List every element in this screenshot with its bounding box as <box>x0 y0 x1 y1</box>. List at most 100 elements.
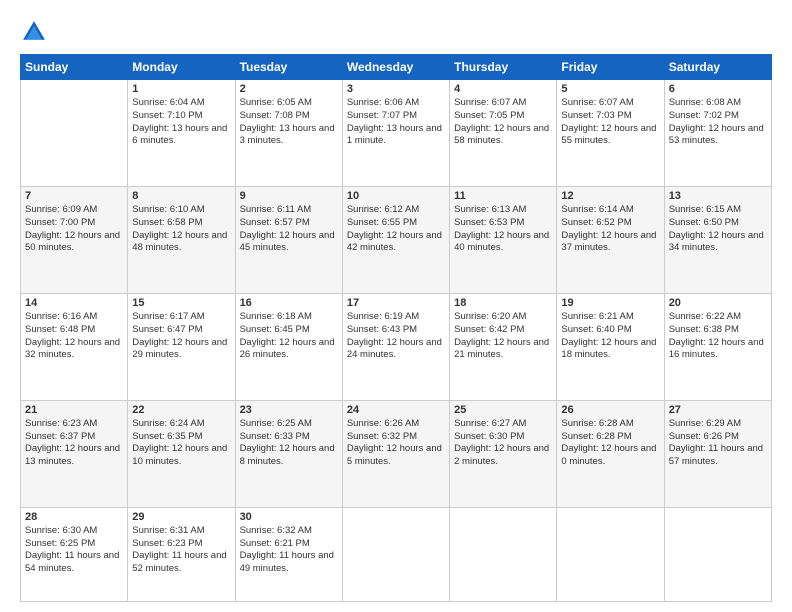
cell-info: Sunrise: 6:28 AMSunset: 6:28 PMDaylight:… <box>561 418 659 469</box>
cell-info: Sunrise: 6:04 AMSunset: 7:10 PMDaylight:… <box>132 97 230 148</box>
calendar-cell: 24 Sunrise: 6:26 AMSunset: 6:32 PMDaylig… <box>342 400 449 507</box>
cell-info: Sunrise: 6:32 AMSunset: 6:21 PMDaylight:… <box>240 525 338 576</box>
cell-info: Sunrise: 6:07 AMSunset: 7:05 PMDaylight:… <box>454 97 552 148</box>
calendar-cell: 20 Sunrise: 6:22 AMSunset: 6:38 PMDaylig… <box>664 293 771 400</box>
day-number: 13 <box>669 190 767 202</box>
logo <box>20 18 52 46</box>
cell-info: Sunrise: 6:26 AMSunset: 6:32 PMDaylight:… <box>347 418 445 469</box>
cell-info: Sunrise: 6:06 AMSunset: 7:07 PMDaylight:… <box>347 97 445 148</box>
cell-info: Sunrise: 6:14 AMSunset: 6:52 PMDaylight:… <box>561 204 659 255</box>
cell-info: Sunrise: 6:05 AMSunset: 7:08 PMDaylight:… <box>240 97 338 148</box>
day-number: 27 <box>669 404 767 416</box>
day-number: 25 <box>454 404 552 416</box>
calendar-cell: 21 Sunrise: 6:23 AMSunset: 6:37 PMDaylig… <box>21 400 128 507</box>
day-number: 24 <box>347 404 445 416</box>
calendar-cell: 25 Sunrise: 6:27 AMSunset: 6:30 PMDaylig… <box>450 400 557 507</box>
weekday-header: Thursday <box>450 55 557 80</box>
day-number: 4 <box>454 83 552 95</box>
calendar-cell: 12 Sunrise: 6:14 AMSunset: 6:52 PMDaylig… <box>557 186 664 293</box>
weekday-header: Friday <box>557 55 664 80</box>
calendar-cell: 17 Sunrise: 6:19 AMSunset: 6:43 PMDaylig… <box>342 293 449 400</box>
day-number: 2 <box>240 83 338 95</box>
calendar-cell: 28 Sunrise: 6:30 AMSunset: 6:25 PMDaylig… <box>21 507 128 601</box>
cell-info: Sunrise: 6:30 AMSunset: 6:25 PMDaylight:… <box>25 525 123 576</box>
day-number: 23 <box>240 404 338 416</box>
calendar-cell: 29 Sunrise: 6:31 AMSunset: 6:23 PMDaylig… <box>128 507 235 601</box>
weekday-header: Saturday <box>664 55 771 80</box>
weekday-header: Monday <box>128 55 235 80</box>
calendar-cell: 8 Sunrise: 6:10 AMSunset: 6:58 PMDayligh… <box>128 186 235 293</box>
day-number: 20 <box>669 297 767 309</box>
cell-info: Sunrise: 6:09 AMSunset: 7:00 PMDaylight:… <box>25 204 123 255</box>
day-number: 3 <box>347 83 445 95</box>
day-number: 26 <box>561 404 659 416</box>
day-number: 6 <box>669 83 767 95</box>
day-number: 11 <box>454 190 552 202</box>
calendar-cell: 13 Sunrise: 6:15 AMSunset: 6:50 PMDaylig… <box>664 186 771 293</box>
weekday-header: Tuesday <box>235 55 342 80</box>
day-number: 16 <box>240 297 338 309</box>
logo-icon <box>20 18 48 46</box>
cell-info: Sunrise: 6:19 AMSunset: 6:43 PMDaylight:… <box>347 311 445 362</box>
day-number: 30 <box>240 511 338 523</box>
day-number: 12 <box>561 190 659 202</box>
calendar-cell: 15 Sunrise: 6:17 AMSunset: 6:47 PMDaylig… <box>128 293 235 400</box>
calendar-cell: 23 Sunrise: 6:25 AMSunset: 6:33 PMDaylig… <box>235 400 342 507</box>
cell-info: Sunrise: 6:17 AMSunset: 6:47 PMDaylight:… <box>132 311 230 362</box>
calendar-cell: 30 Sunrise: 6:32 AMSunset: 6:21 PMDaylig… <box>235 507 342 601</box>
calendar-cell <box>450 507 557 601</box>
cell-info: Sunrise: 6:22 AMSunset: 6:38 PMDaylight:… <box>669 311 767 362</box>
cell-info: Sunrise: 6:11 AMSunset: 6:57 PMDaylight:… <box>240 204 338 255</box>
cell-info: Sunrise: 6:27 AMSunset: 6:30 PMDaylight:… <box>454 418 552 469</box>
cell-info: Sunrise: 6:18 AMSunset: 6:45 PMDaylight:… <box>240 311 338 362</box>
calendar-week-row: 7 Sunrise: 6:09 AMSunset: 7:00 PMDayligh… <box>21 186 772 293</box>
calendar-cell: 7 Sunrise: 6:09 AMSunset: 7:00 PMDayligh… <box>21 186 128 293</box>
day-number: 29 <box>132 511 230 523</box>
cell-info: Sunrise: 6:15 AMSunset: 6:50 PMDaylight:… <box>669 204 767 255</box>
calendar-week-row: 14 Sunrise: 6:16 AMSunset: 6:48 PMDaylig… <box>21 293 772 400</box>
day-number: 28 <box>25 511 123 523</box>
day-number: 17 <box>347 297 445 309</box>
cell-info: Sunrise: 6:12 AMSunset: 6:55 PMDaylight:… <box>347 204 445 255</box>
calendar-cell: 9 Sunrise: 6:11 AMSunset: 6:57 PMDayligh… <box>235 186 342 293</box>
day-number: 18 <box>454 297 552 309</box>
day-number: 22 <box>132 404 230 416</box>
calendar-cell: 22 Sunrise: 6:24 AMSunset: 6:35 PMDaylig… <box>128 400 235 507</box>
calendar-cell: 2 Sunrise: 6:05 AMSunset: 7:08 PMDayligh… <box>235 80 342 187</box>
day-number: 19 <box>561 297 659 309</box>
calendar-cell <box>557 507 664 601</box>
day-number: 14 <box>25 297 123 309</box>
cell-info: Sunrise: 6:13 AMSunset: 6:53 PMDaylight:… <box>454 204 552 255</box>
calendar-week-row: 1 Sunrise: 6:04 AMSunset: 7:10 PMDayligh… <box>21 80 772 187</box>
calendar-cell <box>342 507 449 601</box>
weekday-header-row: SundayMondayTuesdayWednesdayThursdayFrid… <box>21 55 772 80</box>
calendar-cell: 11 Sunrise: 6:13 AMSunset: 6:53 PMDaylig… <box>450 186 557 293</box>
cell-info: Sunrise: 6:31 AMSunset: 6:23 PMDaylight:… <box>132 525 230 576</box>
calendar-table: SundayMondayTuesdayWednesdayThursdayFrid… <box>20 54 772 602</box>
calendar-cell: 19 Sunrise: 6:21 AMSunset: 6:40 PMDaylig… <box>557 293 664 400</box>
calendar-cell: 18 Sunrise: 6:20 AMSunset: 6:42 PMDaylig… <box>450 293 557 400</box>
header <box>20 18 772 46</box>
cell-info: Sunrise: 6:25 AMSunset: 6:33 PMDaylight:… <box>240 418 338 469</box>
calendar-cell: 1 Sunrise: 6:04 AMSunset: 7:10 PMDayligh… <box>128 80 235 187</box>
cell-info: Sunrise: 6:10 AMSunset: 6:58 PMDaylight:… <box>132 204 230 255</box>
calendar-cell: 3 Sunrise: 6:06 AMSunset: 7:07 PMDayligh… <box>342 80 449 187</box>
calendar-cell: 10 Sunrise: 6:12 AMSunset: 6:55 PMDaylig… <box>342 186 449 293</box>
cell-info: Sunrise: 6:21 AMSunset: 6:40 PMDaylight:… <box>561 311 659 362</box>
day-number: 10 <box>347 190 445 202</box>
cell-info: Sunrise: 6:16 AMSunset: 6:48 PMDaylight:… <box>25 311 123 362</box>
day-number: 21 <box>25 404 123 416</box>
cell-info: Sunrise: 6:23 AMSunset: 6:37 PMDaylight:… <box>25 418 123 469</box>
day-number: 7 <box>25 190 123 202</box>
cell-info: Sunrise: 6:24 AMSunset: 6:35 PMDaylight:… <box>132 418 230 469</box>
calendar-week-row: 28 Sunrise: 6:30 AMSunset: 6:25 PMDaylig… <box>21 507 772 601</box>
cell-info: Sunrise: 6:29 AMSunset: 6:26 PMDaylight:… <box>669 418 767 469</box>
calendar-cell: 5 Sunrise: 6:07 AMSunset: 7:03 PMDayligh… <box>557 80 664 187</box>
cell-info: Sunrise: 6:08 AMSunset: 7:02 PMDaylight:… <box>669 97 767 148</box>
calendar-cell <box>664 507 771 601</box>
calendar-cell: 6 Sunrise: 6:08 AMSunset: 7:02 PMDayligh… <box>664 80 771 187</box>
calendar-week-row: 21 Sunrise: 6:23 AMSunset: 6:37 PMDaylig… <box>21 400 772 507</box>
calendar-cell: 27 Sunrise: 6:29 AMSunset: 6:26 PMDaylig… <box>664 400 771 507</box>
day-number: 15 <box>132 297 230 309</box>
day-number: 8 <box>132 190 230 202</box>
